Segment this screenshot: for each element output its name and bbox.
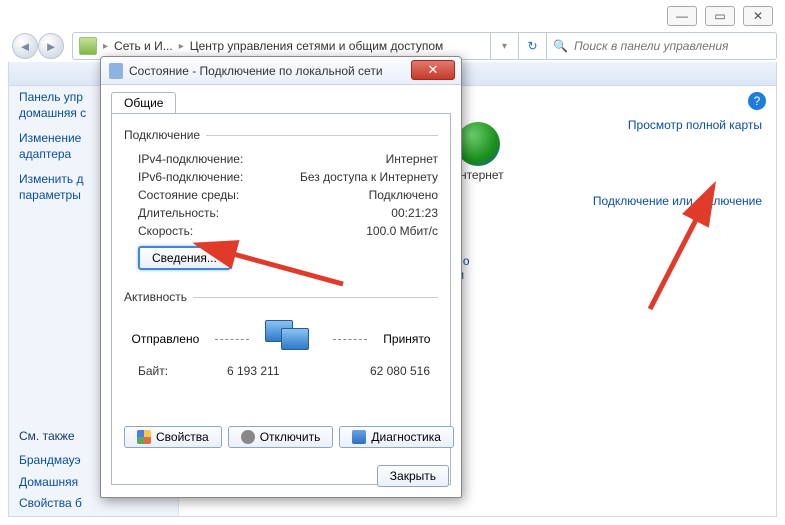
dialog-close-button[interactable]: ✕: [411, 60, 455, 80]
diagnose-icon: [352, 430, 366, 444]
ipv6-value: Без доступа к Интернету: [300, 170, 438, 184]
help-icon[interactable]: ?: [748, 92, 766, 110]
ipv6-label: IPv6-подключение:: [138, 170, 243, 184]
activity-dash-icon: [215, 339, 249, 340]
connect-disconnect-link[interactable]: Подключение или отключение: [593, 194, 762, 208]
bytes-received-value: 62 080 516: [370, 364, 430, 378]
dialog-title: Состояние - Подключение по локальной сет…: [129, 64, 383, 78]
network-adapter-icon: [109, 63, 123, 79]
chevron-down-icon[interactable]: ▾: [502, 41, 507, 52]
maximize-button[interactable]: ▭: [705, 6, 735, 26]
shield-icon: [137, 430, 151, 444]
group-connection: Подключение: [124, 128, 206, 142]
breadcrumb-leaf[interactable]: Центр управления сетями и общим доступом: [190, 39, 444, 53]
ipv4-label: IPv4-подключение:: [138, 152, 243, 166]
chevron-right-icon: ▸: [179, 41, 184, 52]
internet-globe-icon: [456, 122, 500, 166]
search-input[interactable]: [574, 39, 770, 53]
tab-general[interactable]: Общие: [111, 92, 176, 114]
sidebar-link-properties[interactable]: Свойства б: [19, 496, 176, 512]
received-label: Принято: [383, 332, 430, 346]
minimize-button[interactable]: —: [667, 6, 697, 26]
view-full-map-link[interactable]: Просмотр полной карты: [628, 118, 762, 132]
dialog-titlebar[interactable]: Состояние - Подключение по локальной сет…: [101, 57, 461, 85]
speed-value: 100.0 Мбит/с: [366, 224, 438, 238]
bytes-sent-value: 6 193 211: [227, 364, 280, 378]
diagnose-button[interactable]: Диагностика: [339, 426, 454, 448]
chevron-right-icon: ▸: [103, 41, 108, 52]
close-button[interactable]: Закрыть: [377, 465, 449, 487]
duration-label: Длительность:: [138, 206, 219, 220]
speed-label: Скорость:: [138, 224, 193, 238]
search-icon: 🔍: [553, 39, 568, 53]
media-state-value: Подключено: [369, 188, 438, 202]
duration-value: 00:21:23: [391, 206, 438, 220]
activity-dash-icon: [333, 339, 367, 340]
activity-computers-icon: [265, 320, 317, 358]
forward-button[interactable]: ►: [38, 33, 64, 59]
disable-button[interactable]: Отключить: [228, 426, 334, 448]
status-dialog: Состояние - Подключение по локальной сет…: [100, 56, 462, 498]
refresh-icon[interactable]: ↻: [527, 39, 537, 53]
sent-label: Отправлено: [132, 332, 200, 346]
control-panel-icon: [79, 37, 97, 55]
disable-icon: [241, 430, 255, 444]
properties-button[interactable]: Свойства: [124, 426, 222, 448]
back-button[interactable]: ◄: [12, 33, 38, 59]
window-close-button[interactable]: ✕: [743, 6, 773, 26]
ipv4-value: Интернет: [386, 152, 438, 166]
details-button[interactable]: Сведения...: [138, 246, 231, 270]
breadcrumb-root[interactable]: Сеть и И...: [114, 39, 173, 53]
group-activity: Активность: [124, 290, 193, 304]
bytes-label: Байт:: [138, 364, 168, 378]
media-state-label: Состояние среды:: [138, 188, 239, 202]
